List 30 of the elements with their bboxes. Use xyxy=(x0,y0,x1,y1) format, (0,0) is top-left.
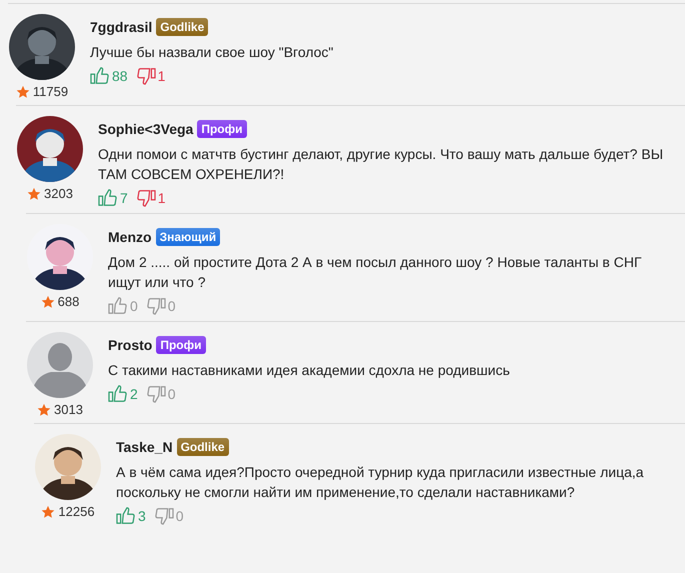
rank-badge: Профи xyxy=(156,336,206,354)
dislike-button[interactable]: 0 xyxy=(146,385,176,403)
dislike-button[interactable]: 1 xyxy=(136,189,166,207)
like-button[interactable]: 3 xyxy=(116,507,146,525)
rank-badge: Godlike xyxy=(176,438,229,456)
dislike-button[interactable]: 1 xyxy=(136,67,166,85)
author-name[interactable]: Menzo xyxy=(108,229,152,245)
comment-text: Одни помои с матчтв бустинг делают, другие курсы. Что вашу мать дальше будет? ВЫ ТАМ СОВСЕМ ОХРЕНЕЛИ?! xyxy=(98,145,664,184)
rating-value: 3203 xyxy=(44,186,73,201)
author-name[interactable]: Prosto xyxy=(108,337,152,353)
comment-text: А в чём сама идея?Просто очередной турнир куда пригласили известные лица,а поскольку не смогли найти им применение,то сделали наставниками? xyxy=(116,463,645,502)
rating-value: 12256 xyxy=(58,504,95,519)
author-name[interactable]: 7ggdrasil xyxy=(90,19,152,35)
dislike-button[interactable]: 0 xyxy=(146,297,176,315)
rating-value: 11759 xyxy=(32,84,68,99)
comment-text: С такими наставниками идея академии сдохла не родившись xyxy=(108,361,511,380)
comment-text: Лучше бы назвали свое шоу "Вголос" xyxy=(90,43,334,62)
author-name[interactable]: Sophie<3Vega xyxy=(98,121,194,137)
rating-value: 688 xyxy=(58,294,80,309)
comment-text: Дом 2 ..... ой простите Дота 2 А в чем посыл данного шоу ? Новые таланты в СНГ ищут или что ? xyxy=(108,253,643,292)
rank-badge: Godlike xyxy=(156,18,208,36)
rating-value: 3013 xyxy=(54,402,83,417)
author-name[interactable]: Taske_N xyxy=(116,439,173,455)
rank-badge: Профи xyxy=(197,120,246,138)
like-button[interactable]: 2 xyxy=(108,385,138,403)
like-button[interactable]: 0 xyxy=(108,297,138,315)
like-button[interactable]: 7 xyxy=(98,189,128,207)
rank-badge: Знающий xyxy=(156,228,220,246)
like-button[interactable]: 88 xyxy=(90,67,128,85)
dislike-button[interactable]: 0 xyxy=(154,507,184,525)
